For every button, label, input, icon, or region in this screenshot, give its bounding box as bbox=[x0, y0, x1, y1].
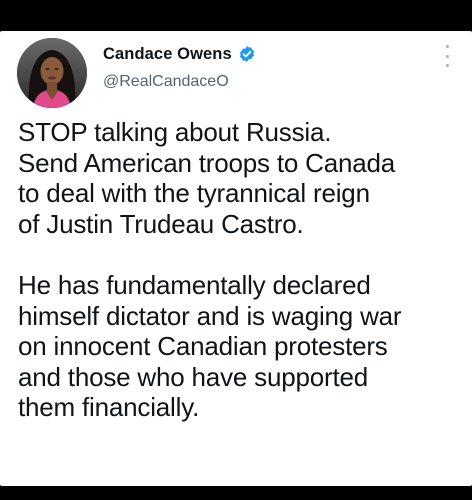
tweet-line: them financially. bbox=[18, 392, 200, 422]
tweet-line: STOP talking about Russia. bbox=[18, 117, 332, 147]
tweet-paragraph: STOP talking about Russia. Send American… bbox=[18, 117, 468, 239]
author-name-row[interactable]: Candace Owens bbox=[103, 43, 256, 65]
menu-dot bbox=[445, 45, 449, 48]
author-handle[interactable]: @RealCandaceO bbox=[103, 73, 229, 91]
screenshot-frame: Candace Owens @RealCandaceO STOP talking… bbox=[0, 0, 472, 500]
tweet-line: himself dictator and is waging war bbox=[18, 300, 402, 331]
tweet-line: to deal with the tyrannical reign bbox=[18, 178, 370, 208]
menu-dot bbox=[445, 64, 449, 67]
verified-badge-icon bbox=[238, 45, 256, 63]
author-display-name[interactable]: Candace Owens bbox=[103, 45, 232, 64]
tweet-line: and those who have supported bbox=[18, 361, 368, 392]
tweet-line: on innocent Canadian protesters bbox=[18, 331, 388, 361]
avatar[interactable] bbox=[17, 38, 87, 108]
tweet-line: of Justin Trudeau Castro. bbox=[18, 208, 304, 239]
tweet-paragraph: He has fundamentally declared himself di… bbox=[18, 270, 468, 423]
menu-dot bbox=[445, 54, 449, 58]
tweet-text: STOP talking about Russia. Send American… bbox=[18, 117, 468, 423]
tweet-line: Send American troops to Canada bbox=[18, 147, 396, 178]
tweet-line: He has fundamentally declared bbox=[18, 270, 371, 300]
tweet-card: Candace Owens @RealCandaceO STOP talking… bbox=[0, 31, 472, 486]
more-vertical-icon[interactable] bbox=[444, 45, 450, 67]
